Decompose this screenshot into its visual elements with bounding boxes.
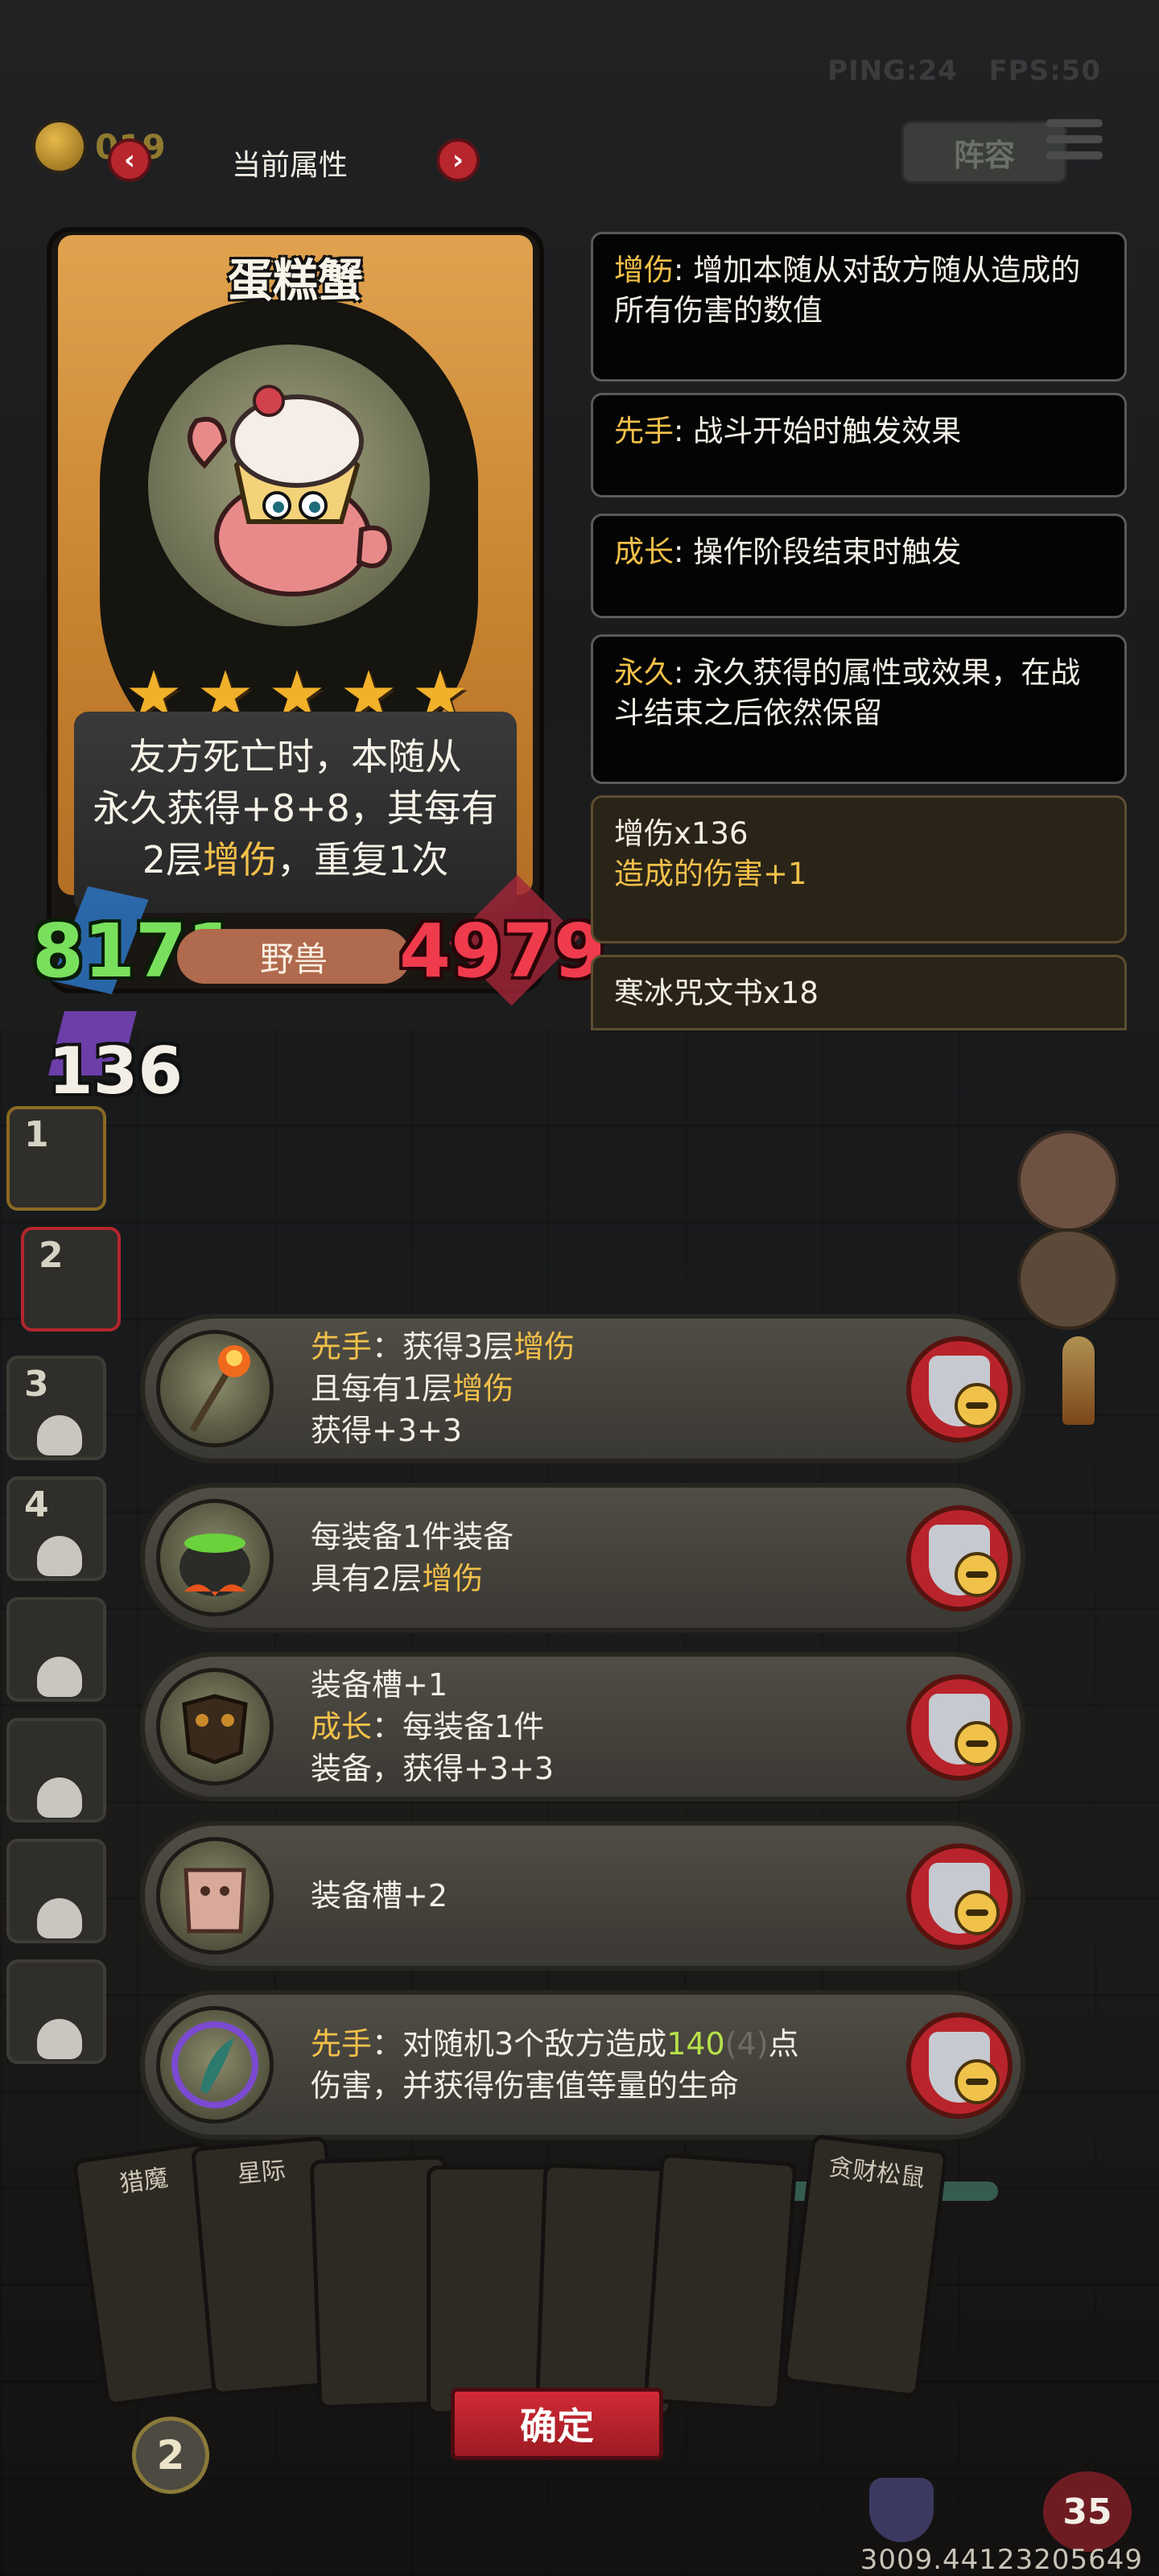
level-value: 136: [48, 1034, 183, 1108]
equipment-item[interactable]: 装备槽+1 成长：每装备1件 装备，获得+3+3: [140, 1652, 1025, 1802]
mana-counter: 2: [132, 2417, 209, 2494]
cake-crab-portrait: [148, 345, 430, 626]
torch-staff-icon: [156, 1330, 274, 1447]
equipment-item[interactable]: 每装备1件装备 具有2层增伤: [140, 1483, 1025, 1633]
card-name: 蛋糕蟹: [228, 255, 363, 308]
skull-icon: [37, 1898, 82, 1938]
description-line: 永久获得+8+8，其每有: [93, 786, 498, 830]
board-slot[interactable]: 1: [6, 1106, 106, 1211]
keyword-panel-first-strike: 先手: 战斗开始时触发效果: [591, 393, 1127, 497]
board-slot[interactable]: 3: [6, 1356, 106, 1460]
ping-label: PING:24: [827, 55, 958, 87]
coin-icon: [35, 122, 84, 171]
skull-icon: [37, 2019, 82, 2059]
equipment-description: 装备槽+2: [311, 1878, 448, 1913]
health-value: 4979: [399, 908, 606, 994]
unequip-button[interactable]: [906, 2013, 1013, 2119]
equipment-item[interactable]: 装备槽+2: [140, 1821, 1025, 1971]
skull-icon: [37, 1536, 82, 1576]
keyword-panel-damage: 增伤: 增加本随从对敌方随从造成的所有伤害的数值: [591, 232, 1127, 382]
fps-label: FPS:50: [988, 55, 1101, 87]
equipment-description: 先手：对随机3个敌方造成140(4)点 伤害，并获得伤害值等量的生命: [311, 2026, 799, 2103]
keyword-panel-permanent: 永久: 永久获得的属性或效果，在战斗结束之后依然保留: [591, 634, 1127, 784]
stack-panel: 增伤x136 造成的伤害+1: [591, 795, 1127, 943]
stack-title: 寒冰咒文书x18: [614, 976, 819, 1010]
skull-icon: [37, 1777, 82, 1818]
crab-illustration: [188, 385, 393, 597]
lineup-button[interactable]: 阵容: [901, 121, 1067, 184]
unequip-button[interactable]: [906, 1674, 1013, 1781]
unequip-button[interactable]: [906, 1336, 1013, 1443]
description-line: 2层增伤，重复1次: [142, 838, 449, 881]
wall-torch-icon: [1062, 1336, 1095, 1425]
shield-icon: [869, 2478, 934, 2542]
minus-icon: [955, 1890, 1000, 1935]
skull-icon: [37, 1657, 82, 1697]
board-slot[interactable]: [6, 1718, 106, 1823]
coordinate-readout: 3009.44123205649: [860, 2544, 1143, 2576]
menu-icon[interactable]: [1046, 119, 1103, 171]
mouse-avatar-icon[interactable]: [1017, 1130, 1119, 1232]
board-slot[interactable]: [6, 1959, 106, 2064]
armor-icon: [156, 1668, 274, 1785]
board-slot[interactable]: [6, 1839, 106, 1943]
keyword-panel-growth: 成长: 操作阶段结束时触发: [591, 514, 1127, 618]
board-slot[interactable]: 2: [21, 1227, 121, 1331]
equipment-description: 先手：获得3层增伤 且每有1层增伤 获得+3+3: [311, 1329, 575, 1448]
board-slot[interactable]: [6, 1597, 106, 1702]
cauldron-icon: [156, 1499, 274, 1616]
stack-title: 增伤x136: [614, 816, 749, 851]
skull-icon: [37, 1415, 82, 1455]
lighthouse-icon[interactable]: [1017, 1228, 1119, 1330]
tribe-badge: 野兽: [177, 929, 410, 984]
equipment-description: 每装备1件装备 具有2层增伤: [311, 1519, 514, 1596]
board-slot[interactable]: 4: [6, 1476, 106, 1581]
unequip-button[interactable]: [906, 1505, 1013, 1612]
chevron-right-icon[interactable]: ›: [436, 138, 480, 182]
stack-panel: 寒冰咒文书x18: [591, 955, 1127, 1030]
minus-icon: [955, 1383, 1000, 1428]
minion-card: 蛋糕蟹 ★ ★ ★ ★ ★ 友方死亡时，本随从 永久获得+8+8，其每有 2层增…: [32, 232, 605, 1006]
card-description: 友方死亡时，本随从 永久获得+8+8，其每有 2层增伤，重复1次: [84, 731, 507, 886]
minus-icon: [955, 1721, 1000, 1766]
stack-sub: 造成的伤害+1: [614, 857, 807, 891]
network-stats: PING:24 FPS:50: [827, 55, 1101, 87]
description-line: 友方死亡时，本随从: [129, 735, 462, 778]
equipment-item[interactable]: 先手：获得3层增伤 且每有1层增伤 获得+3+3: [140, 1314, 1025, 1463]
panel-title: 当前属性: [231, 149, 348, 182]
player-health: 35: [1043, 2471, 1132, 2552]
feather-shield-icon: [156, 2006, 274, 2124]
minus-icon: [955, 1552, 1000, 1597]
pig-chest-icon: [156, 1837, 274, 1955]
equipment-description: 装备槽+1 成长：每装备1件 装备，获得+3+3: [311, 1667, 555, 1786]
unequip-button[interactable]: [906, 1843, 1013, 1950]
minus-icon: [955, 2059, 1000, 2104]
equipment-item[interactable]: 先手：对随机3个敌方造成140(4)点 伤害，并获得伤害值等量的生命: [140, 1990, 1025, 2140]
hand-card[interactable]: [643, 2153, 798, 2412]
confirm-button[interactable]: 确定: [451, 2388, 663, 2460]
